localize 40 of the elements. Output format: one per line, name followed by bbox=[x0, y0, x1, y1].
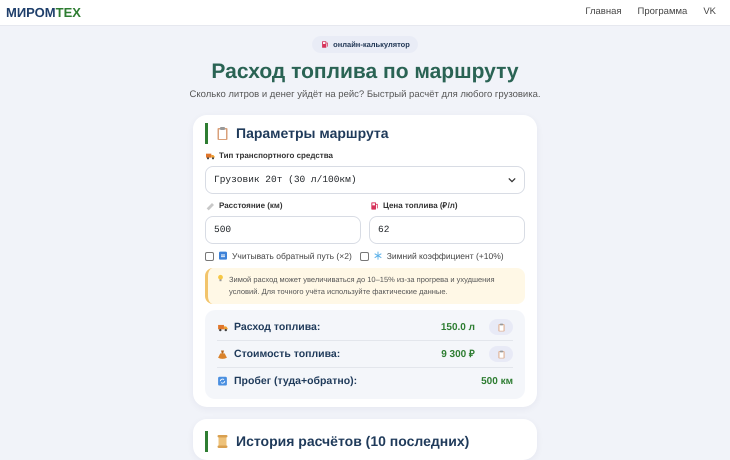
scroll-icon bbox=[215, 434, 230, 450]
card-title: Параметры маршрута bbox=[236, 124, 389, 143]
result-value: 500 км bbox=[481, 375, 513, 390]
copy-button[interactable] bbox=[489, 346, 513, 362]
ruler-icon bbox=[205, 200, 215, 211]
price-field[interactable]: 62 bbox=[369, 216, 525, 244]
money-bag-icon bbox=[217, 348, 228, 360]
page-subtitle: Сколько литров и денег уйдёт на рейс? Быстрый расчёт для любого грузовика. bbox=[190, 88, 540, 102]
result-label: Расход топлива: bbox=[234, 320, 322, 335]
result-label: Пробег (туда+обратно): bbox=[234, 374, 358, 390]
card-title: История расчётов (10 последних) bbox=[236, 432, 470, 452]
result-value: 150.0 л bbox=[440, 320, 475, 335]
snowflake-icon bbox=[372, 251, 383, 262]
field-label: Тип транспортного средства bbox=[219, 150, 333, 162]
logo[interactable]: МИРОМТЕХ bbox=[6, 2, 81, 22]
checkbox[interactable] bbox=[360, 252, 369, 261]
clipboard-icon bbox=[496, 322, 506, 332]
copy-button[interactable] bbox=[489, 319, 513, 336]
truck-icon bbox=[205, 150, 215, 161]
fuel-pump-icon bbox=[369, 200, 379, 211]
clipboard-icon bbox=[215, 126, 230, 141]
clipboard-icon bbox=[496, 350, 506, 359]
repeat-icon bbox=[217, 376, 228, 388]
vehicle-select[interactable]: Грузовик 20т (30 л/100км) bbox=[205, 166, 525, 194]
nav-link[interactable]: Программа bbox=[638, 5, 688, 20]
return-icon bbox=[218, 251, 228, 262]
nav-link[interactable]: Главная bbox=[585, 5, 622, 20]
result-value: 9 300 ₽ bbox=[441, 348, 475, 362]
result-label: Стоимость топлива: bbox=[234, 346, 342, 362]
checkbox[interactable] bbox=[205, 252, 214, 261]
option-label: Учитывать обратный путь (×2) bbox=[232, 250, 352, 262]
caret-icon bbox=[508, 176, 516, 183]
fuel-pump-icon bbox=[320, 40, 330, 50]
distance-field[interactable]: 500 bbox=[205, 216, 361, 244]
nav-link[interactable]: VK bbox=[703, 5, 716, 20]
option-label: Зимний коэффициент (+10%) bbox=[386, 250, 504, 262]
field-label: Расстояние (км) bbox=[219, 200, 283, 212]
field-label: Цена топлива (₽/л) bbox=[383, 200, 458, 212]
lightbulb-icon bbox=[216, 274, 225, 284]
page-title: Расход топлива по маршруту bbox=[211, 59, 519, 84]
